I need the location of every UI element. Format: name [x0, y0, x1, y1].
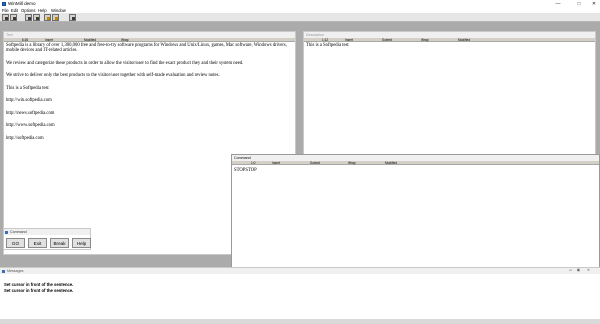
toolbar: [0, 13, 600, 22]
cursor-position: 6:26: [22, 38, 29, 42]
insert-mode: Insert: [272, 161, 280, 165]
window-restore-icon[interactable]: ▣: [576, 268, 581, 273]
help-icon[interactable]: [69, 14, 76, 21]
wrap-flag: Wrap: [348, 161, 356, 165]
window-icon: [2, 269, 5, 273]
copy-icon[interactable]: [33, 14, 40, 21]
app-icon: [2, 1, 6, 6]
app-title: WinMill demo: [8, 1, 36, 6]
window-minimize-icon[interactable]: ▭: [568, 268, 573, 273]
link-text: http://www.softpedia.com: [6, 123, 55, 129]
submit-flag: Submit: [382, 38, 392, 42]
wrap-flag: Wrap: [421, 38, 429, 42]
open-icon[interactable]: [2, 14, 9, 21]
link-text: http://softpedia.com: [6, 135, 44, 141]
cursor-position: 1:0: [251, 161, 256, 165]
command-editor-status-bar: 1:0 Insert Submit Wrap Modified: [232, 161, 599, 165]
modified-flag: Modified: [84, 38, 97, 42]
break-button[interactable]: Break: [50, 238, 69, 248]
horizontal-scrollbar[interactable]: [0, 319, 600, 324]
messages-title-text: Messages: [7, 269, 24, 273]
wrap-flag: Wrap: [121, 38, 129, 42]
save-icon[interactable]: [10, 14, 17, 21]
app-titlebar: WinMill demo — □ ✕: [0, 0, 600, 8]
paragraph: Softpedia is a library of over 1,300,000…: [6, 43, 287, 54]
submit-flag: Submit: [310, 161, 320, 165]
paragraph: This is a Softpedia test: [6, 85, 49, 91]
paragraph: We strive to deliver only the best produ…: [6, 73, 220, 79]
link-text: http://win.softpedia.com: [6, 98, 52, 104]
modified-flag: Modified: [385, 161, 398, 165]
minimize-button[interactable]: —: [552, 0, 564, 8]
insert-mode: Insert: [45, 38, 53, 42]
close-button[interactable]: ✕: [588, 0, 600, 8]
text-window-status-bar: 6:26 Insert Modified Wrap: [4, 38, 295, 42]
stop-icon[interactable]: [52, 14, 59, 21]
command-panel-title-text: Command: [10, 230, 27, 234]
modified-flag: Modified: [458, 38, 471, 42]
description-text: This is a Softpedia test: [306, 43, 349, 48]
command-editor[interactable]: STOPSTOP: [234, 168, 597, 181]
paragraph: We review and categorize these products …: [6, 60, 244, 66]
command-text: STOPSTOP: [234, 168, 257, 173]
messages-window: Messages ▭ ▣ ✕ Set cursor in front of th…: [0, 267, 600, 319]
cut-icon[interactable]: [25, 14, 32, 21]
go-button[interactable]: GO: [6, 238, 25, 248]
link-text: http://news.softpedia.com: [6, 110, 55, 116]
description-editor[interactable]: This is a Softpedia test: [306, 43, 593, 56]
settings-icon[interactable]: [44, 14, 51, 21]
message-line: Set cursor in front of the sentence.: [4, 282, 74, 287]
cursor-position: 1:12: [322, 38, 329, 42]
message-line: Set cursor in front of the sentence.: [4, 288, 74, 293]
command-panel-title: Command: [4, 229, 90, 235]
maximize-button[interactable]: □: [573, 0, 585, 8]
insert-mode: Insert: [345, 38, 353, 42]
command-panel: Command GO Exit Break Help: [3, 228, 91, 250]
window-close-icon[interactable]: ✕: [586, 268, 591, 273]
command-editor-window: Command 1:0 Insert Submit Wrap Modified …: [231, 154, 600, 268]
description-window-status-bar: 1:12 Insert Submit Wrap Modified: [304, 38, 595, 42]
exit-button[interactable]: Exit: [28, 238, 47, 248]
window-icon: [5, 230, 8, 234]
help-button[interactable]: Help: [72, 238, 91, 248]
messages-window-title: Messages ▭ ▣ ✕: [0, 268, 600, 274]
text-editor[interactable]: Softpedia is a library of over 1,300,000…: [6, 43, 293, 148]
